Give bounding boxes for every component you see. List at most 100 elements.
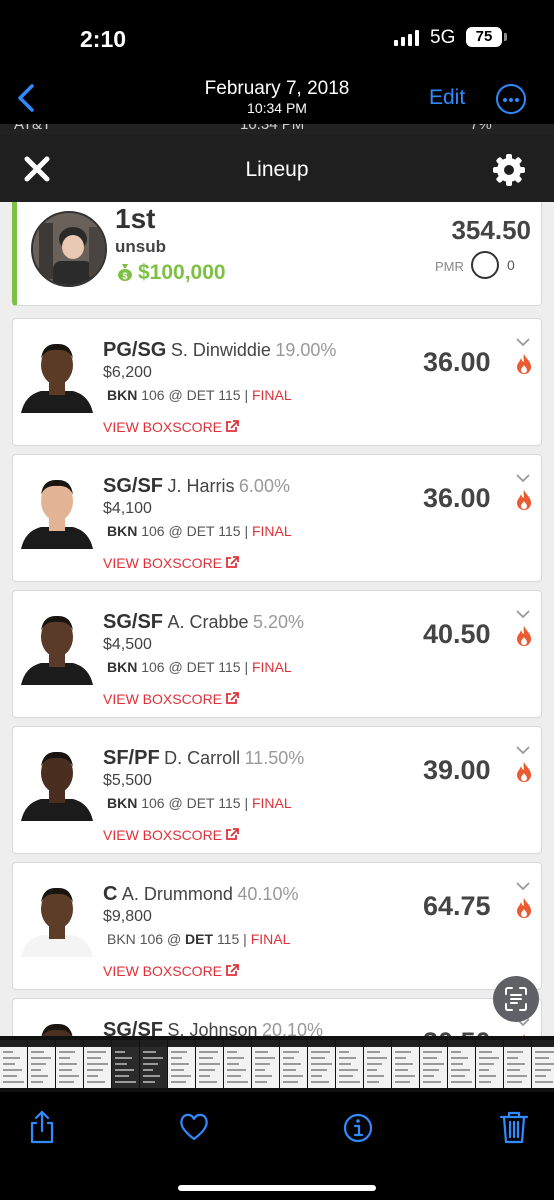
live-text-button[interactable]	[493, 976, 539, 1022]
team-score: 106	[139, 931, 164, 947]
cropped-battery: 7%	[470, 124, 492, 133]
edit-button[interactable]: Edit	[429, 86, 465, 110]
player-name[interactable]: D. Carroll	[164, 748, 240, 768]
pmr-label: PMR	[435, 259, 464, 274]
player-header: SF/PF D. Carroll 11.50%	[103, 747, 304, 770]
photo-thumbnail[interactable]	[196, 1040, 223, 1088]
player-name[interactable]: S. Dinwiddie	[171, 340, 271, 360]
opponent-abbr: DET	[186, 387, 215, 403]
photo-thumbnail-strip[interactable]	[0, 1036, 554, 1092]
flame-icon	[517, 354, 531, 374]
chevron-down-icon[interactable]	[515, 609, 531, 619]
player-name[interactable]: J. Harris	[167, 476, 234, 496]
opponent-abbr: DET	[186, 795, 215, 811]
heart-icon[interactable]	[178, 1110, 210, 1144]
photo-thumbnail[interactable]	[112, 1040, 139, 1088]
opponent-score: 115	[218, 795, 241, 811]
external-link-icon	[226, 556, 239, 568]
trash-icon[interactable]	[498, 1110, 530, 1144]
photo-thumbnail[interactable]	[336, 1040, 363, 1088]
photo-thumbnail[interactable]	[448, 1040, 475, 1088]
player-name[interactable]: A. Crabbe	[167, 612, 248, 632]
separator: |	[243, 931, 247, 947]
view-boxscore-link[interactable]: VIEW BOXSCORE	[103, 691, 239, 707]
game-info: BKN 106 @ DET 115 | FINAL	[107, 659, 292, 675]
team-score: 106	[141, 523, 165, 539]
player-name[interactable]: A. Drummond	[122, 884, 233, 904]
player-card[interactable]: SG/SF J. Harris 6.00% $4,100 BKN 106 @ DET…	[12, 454, 542, 582]
player-card[interactable]: C A. Drummond 40.10% $9,800 BKN 106 @ DET …	[12, 862, 542, 990]
at-symbol: @	[166, 931, 182, 947]
photo-thumbnail[interactable]	[252, 1040, 279, 1088]
player-name[interactable]: S. Johnson	[167, 1020, 257, 1036]
at-symbol: @	[168, 387, 183, 403]
chevron-down-icon[interactable]	[515, 337, 531, 347]
gear-icon[interactable]	[492, 153, 526, 187]
photo-thumbnail[interactable]	[420, 1040, 447, 1088]
view-boxscore-link[interactable]: VIEW BOXSCORE	[103, 419, 239, 435]
share-icon[interactable]	[26, 1110, 58, 1144]
game-info: BKN 106 @ DET 115 | FINAL	[107, 387, 292, 403]
opponent-abbr: DET	[186, 659, 215, 675]
pmr-value: 0	[507, 257, 515, 273]
at-symbol: @	[168, 659, 183, 675]
game-info: BKN 106 @ DET 115 | FINAL	[107, 931, 290, 947]
photo-toolbar	[0, 1092, 554, 1200]
flame-icon	[517, 898, 531, 918]
player-card[interactable]: SG/SF A. Crabbe 5.20% $4,500 BKN 106 @ DET…	[12, 590, 542, 718]
game-status: FINAL	[251, 387, 292, 403]
separator: |	[244, 795, 249, 811]
player-ownership: 11.50%	[244, 748, 305, 768]
photo-thumbnail[interactable]	[140, 1040, 167, 1088]
photo-thumbnail[interactable]	[504, 1040, 531, 1088]
photo-thumbnail[interactable]	[364, 1040, 391, 1088]
view-boxscore-label: VIEW BOXSCORE	[103, 827, 223, 843]
player-ownership: 5.20%	[252, 612, 305, 632]
view-boxscore-link[interactable]: VIEW BOXSCORE	[103, 963, 239, 979]
photo-thumbnail[interactable]	[532, 1040, 554, 1088]
photo-thumbnail[interactable]	[224, 1040, 251, 1088]
opponent-score: 115	[218, 523, 241, 539]
player-card[interactable]: PG/SG S. Dinwiddie 19.00% $6,200 BKN 106 @…	[12, 318, 542, 446]
player-ownership: 40.10%	[237, 884, 299, 904]
player-headshot	[21, 751, 93, 821]
player-headshot	[21, 479, 93, 549]
chevron-down-icon[interactable]	[515, 745, 531, 755]
player-salary: $9,800	[103, 908, 152, 925]
chevron-down-icon[interactable]	[515, 881, 531, 891]
photo-thumbnail[interactable]	[476, 1040, 503, 1088]
view-boxscore-link[interactable]: VIEW BOXSCORE	[103, 555, 239, 571]
photo-thumbnail[interactable]	[280, 1040, 307, 1088]
photo-thumbnail[interactable]	[56, 1040, 83, 1088]
view-boxscore-label: VIEW BOXSCORE	[103, 963, 223, 979]
player-points: 40.50	[423, 619, 491, 649]
lineup-content: 1st unsub $ $100,000 354.50 PMR 0 PG/SG …	[0, 202, 554, 1036]
home-indicator	[178, 1185, 376, 1191]
chevron-down-icon[interactable]	[515, 473, 531, 483]
separator: |	[244, 659, 249, 675]
battery-icon: 75	[466, 27, 502, 47]
player-points: 39.00	[423, 755, 491, 785]
player-card[interactable]: SF/PF D. Carroll 11.50% $5,500 BKN 106 @ D…	[12, 726, 542, 854]
photo-thumbnail[interactable]	[168, 1040, 195, 1088]
opponent-score: 115	[218, 387, 241, 403]
photo-thumbnail[interactable]	[308, 1040, 335, 1088]
player-position: SG/SF	[103, 1019, 164, 1036]
player-salary: $4,500	[103, 636, 152, 653]
flame-icon	[517, 762, 531, 782]
flame-icon	[517, 626, 531, 646]
view-boxscore-label: VIEW BOXSCORE	[103, 691, 223, 707]
info-icon[interactable]	[342, 1110, 374, 1144]
opponent-abbr: DET	[186, 523, 215, 539]
photo-thumbnail[interactable]	[84, 1040, 111, 1088]
player-salary: $4,100	[103, 500, 152, 517]
external-link-icon	[226, 692, 239, 704]
game-info: BKN 106 @ DET 115 | FINAL	[107, 523, 292, 539]
view-boxscore-link[interactable]: VIEW BOXSCORE	[103, 827, 239, 843]
player-card[interactable]: SG/SF S. Johnson 20.10% 30.50	[12, 998, 542, 1036]
photo-thumbnail[interactable]	[28, 1040, 55, 1088]
photo-thumbnail[interactable]	[392, 1040, 419, 1088]
external-link-icon	[226, 964, 239, 976]
ellipsis-circle-icon[interactable]	[496, 84, 526, 114]
photo-thumbnail[interactable]	[0, 1040, 27, 1088]
